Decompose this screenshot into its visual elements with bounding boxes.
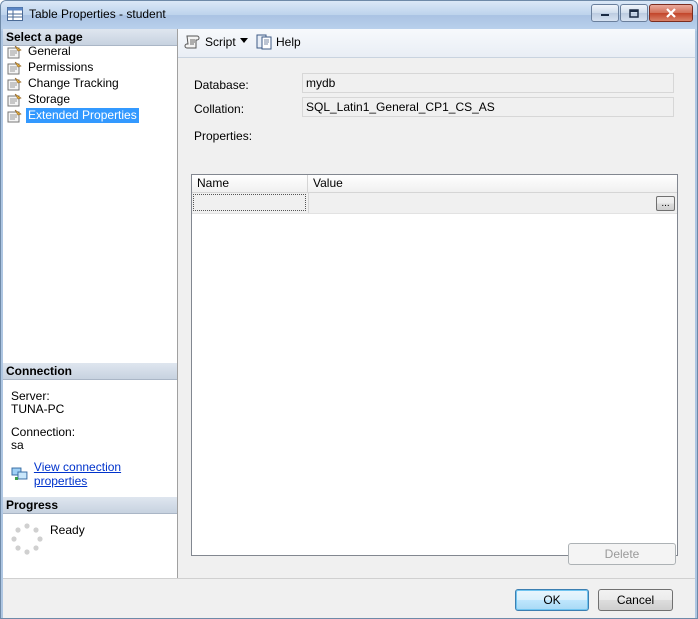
database-field: mydb <box>302 73 674 93</box>
script-icon <box>184 35 200 49</box>
close-icon <box>666 8 676 18</box>
page-item-permissions[interactable]: Permissions <box>7 60 95 75</box>
grid-header: Name Value <box>192 175 677 193</box>
page-icon <box>7 77 22 90</box>
name-cell[interactable] <box>193 194 306 211</box>
collation-label: Collation: <box>194 102 245 116</box>
column-header-value[interactable]: Value <box>308 175 677 192</box>
progress-spinner-icon <box>11 523 43 555</box>
help-label: Help <box>276 35 301 49</box>
server-label: Server: <box>11 389 50 403</box>
page-item-label: Permissions <box>28 60 94 74</box>
page-icon <box>7 45 22 58</box>
page-item-label: General <box>28 44 71 58</box>
column-divider <box>308 193 309 213</box>
ok-button[interactable]: OK <box>515 589 589 611</box>
dialog-client: Select a page General Permissions Change… <box>3 29 695 618</box>
delete-button[interactable]: Delete <box>568 543 676 565</box>
properties-label: Properties: <box>194 129 253 143</box>
page-icon <box>7 109 22 122</box>
table-properties-window: Table Properties - student Select a page… <box>0 0 698 619</box>
page-item-label: Extended Properties <box>26 108 139 123</box>
progress-status: Ready <box>50 523 85 537</box>
connection-value: sa <box>11 438 24 452</box>
left-pane: Select a page General Permissions Change… <box>3 29 178 578</box>
close-button[interactable] <box>649 4 693 22</box>
view-connection-properties[interactable]: View connection properties <box>11 460 177 488</box>
page-item-general[interactable]: General <box>7 44 73 59</box>
page-item-change-tracking[interactable]: Change Tracking <box>7 76 121 91</box>
minimize-button[interactable] <box>591 4 619 22</box>
minimize-icon <box>601 14 609 16</box>
page-item-label: Change Tracking <box>28 76 119 90</box>
toolbar: Script Help <box>178 29 695 58</box>
view-connection-properties-link[interactable]: View connection properties <box>34 460 177 488</box>
window-title: Table Properties - student <box>29 7 166 21</box>
progress-header: Progress <box>3 497 177 514</box>
server-value: TUNA-PC <box>11 402 65 416</box>
extended-properties-page: Database: mydb Collation: SQL_Latin1_Gen… <box>178 58 695 578</box>
dialog-button-bar: OK Cancel <box>3 578 695 618</box>
page-icon <box>7 61 22 74</box>
chevron-down-icon <box>240 38 248 43</box>
database-label: Database: <box>194 78 249 92</box>
script-label: Script <box>205 35 236 49</box>
page-item-storage[interactable]: Storage <box>7 92 72 107</box>
page-item-extended-properties[interactable]: Extended Properties <box>7 108 139 123</box>
maximize-button[interactable] <box>620 4 648 22</box>
column-header-name[interactable]: Name <box>192 175 308 192</box>
ellipsis-button[interactable]: ... <box>656 196 675 211</box>
table-icon <box>7 7 23 21</box>
script-dropdown-button[interactable] <box>240 38 248 44</box>
cancel-button[interactable]: Cancel <box>598 589 673 611</box>
page-icon <box>7 93 22 106</box>
maximize-icon <box>629 8 639 18</box>
title-bar[interactable]: Table Properties - student <box>1 1 697 29</box>
connection-properties-icon <box>11 467 28 480</box>
connection-header: Connection <box>3 363 177 380</box>
script-button[interactable]: Script <box>184 34 236 50</box>
page-item-label: Storage <box>28 92 71 106</box>
connection-label: Connection: <box>11 425 76 439</box>
help-button[interactable]: Help <box>256 34 301 50</box>
table-row[interactable]: ... <box>192 193 677 214</box>
help-icon <box>256 34 272 50</box>
collation-field: SQL_Latin1_General_CP1_CS_AS <box>302 97 674 117</box>
properties-grid[interactable]: Name Value ... <box>191 174 678 556</box>
